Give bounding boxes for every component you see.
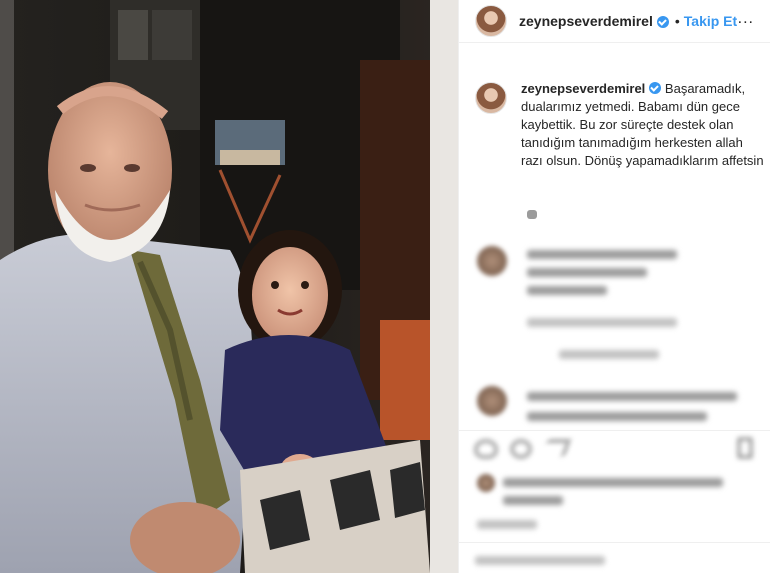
more-options-icon[interactable]: ... (738, 10, 754, 28)
divider (459, 542, 770, 543)
bookmark-icon[interactable] (738, 438, 752, 458)
comment-avatar (477, 246, 507, 276)
follow-button[interactable]: Takip Et (684, 13, 737, 29)
blurred-likes (503, 478, 723, 487)
add-comment-input[interactable] (475, 556, 605, 565)
blurred-comment (527, 268, 647, 277)
post-header: zeynepseverdemirel • Takip Et (459, 0, 770, 43)
blurred-replies (559, 350, 659, 359)
blurred-comment (527, 412, 707, 421)
divider (459, 430, 770, 431)
blurred-comment-meta (527, 318, 677, 327)
post-sidebar: zeynepseverdemirel • Takip Et ... zeynep… (458, 0, 770, 573)
caption-avatar[interactable] (475, 82, 507, 114)
blurred-date (477, 520, 537, 529)
blurred-likes (503, 496, 563, 505)
post-photo[interactable] (0, 0, 458, 573)
post-photo-image (0, 0, 458, 573)
liker-avatar (477, 474, 495, 492)
comment-avatar (477, 386, 507, 416)
separator: • (674, 13, 680, 29)
blurred-comment (527, 250, 677, 259)
verified-badge-icon (649, 82, 662, 94)
caption-block: zeynepseverdemirel Başaramadık, dualarım… (475, 80, 765, 170)
heart-icon[interactable] (475, 440, 497, 458)
share-icon[interactable] (542, 440, 570, 456)
verified-badge-icon (656, 16, 669, 28)
caption-username[interactable]: zeynepseverdemirel (521, 81, 645, 96)
caption-text: zeynepseverdemirel Başaramadık, dualarım… (521, 80, 765, 170)
username-link[interactable]: zeynepseverdemirel (519, 13, 653, 29)
comment-icon[interactable] (511, 440, 531, 458)
blurred-comment (527, 392, 737, 401)
blurred-comment (527, 286, 607, 295)
blurred-timestamp (527, 210, 537, 219)
avatar[interactable] (475, 5, 507, 37)
